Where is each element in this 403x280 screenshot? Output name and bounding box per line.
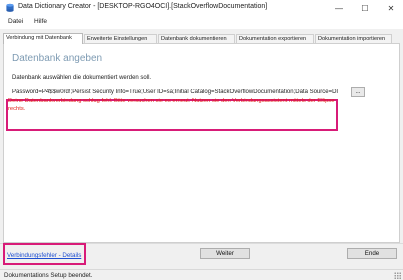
status-bar: Dokumentations Setup beendet. (0, 269, 403, 280)
tab-dokumentation-importieren[interactable]: Dokumentation importieren (315, 34, 392, 43)
resize-grip-icon[interactable] (394, 272, 401, 279)
connection-string-field[interactable]: Password=P4$$w0rd!;Persist Security Info… (12, 89, 348, 97)
tab-strip: Verbindung mit Datenbank Erweiterte Eins… (3, 33, 400, 44)
status-text: Dokumentations Setup beendet. (4, 272, 93, 279)
tab-panel: Datenbank angeben Datenbank auswählen di… (3, 43, 400, 243)
tab-dokumentation-exportieren[interactable]: Dokumentation exportieren (236, 34, 314, 43)
database-select-label: Datenbank auswählen die dokumentiert wer… (12, 75, 152, 81)
maximize-icon: ☐ (361, 3, 369, 13)
client-area: Verbindung mit Datenbank Erweiterte Eins… (0, 29, 403, 269)
title-bar: Data Dictionary Creator - [DESKTOP-RGO4O… (0, 0, 403, 16)
connection-wizard-button[interactable]: ... (351, 87, 365, 97)
minimize-icon: — (335, 3, 343, 13)
maximize-button[interactable]: ☐ (352, 0, 378, 16)
close-button[interactable]: ✕ (378, 0, 403, 16)
tab-erweiterte-einstellungen[interactable]: Erweiterte Einstellungen (84, 34, 157, 43)
menu-hilfe[interactable]: Hilfe (34, 18, 47, 25)
next-button[interactable]: Weiter (200, 248, 250, 259)
end-button[interactable]: Ende (347, 248, 397, 259)
connection-string-value: Password=P4$$w0rd!;Persist Security Info… (12, 89, 339, 95)
connection-error-details-link[interactable]: Verbindungsfehler - Details (7, 252, 81, 259)
page-title: Datenbank angeben (12, 53, 103, 64)
app-logo-icon (6, 3, 14, 12)
close-icon: ✕ (387, 3, 395, 13)
tab-verbindung-mit-datenbank[interactable]: Verbindung mit Datenbank (3, 33, 83, 44)
menu-bar: Datei Hilfe (0, 16, 403, 29)
minimize-button[interactable]: — (326, 0, 352, 16)
menu-datei[interactable]: Datei (8, 18, 23, 25)
window-title: Data Dictionary Creator - [DESKTOP-RGO4O… (18, 3, 268, 10)
error-message: Deine Datenbankverbindung schlug fehl. B… (8, 98, 335, 112)
tab-datenbank-dokumentieren[interactable]: Datenbank dokumentieren (158, 34, 235, 43)
